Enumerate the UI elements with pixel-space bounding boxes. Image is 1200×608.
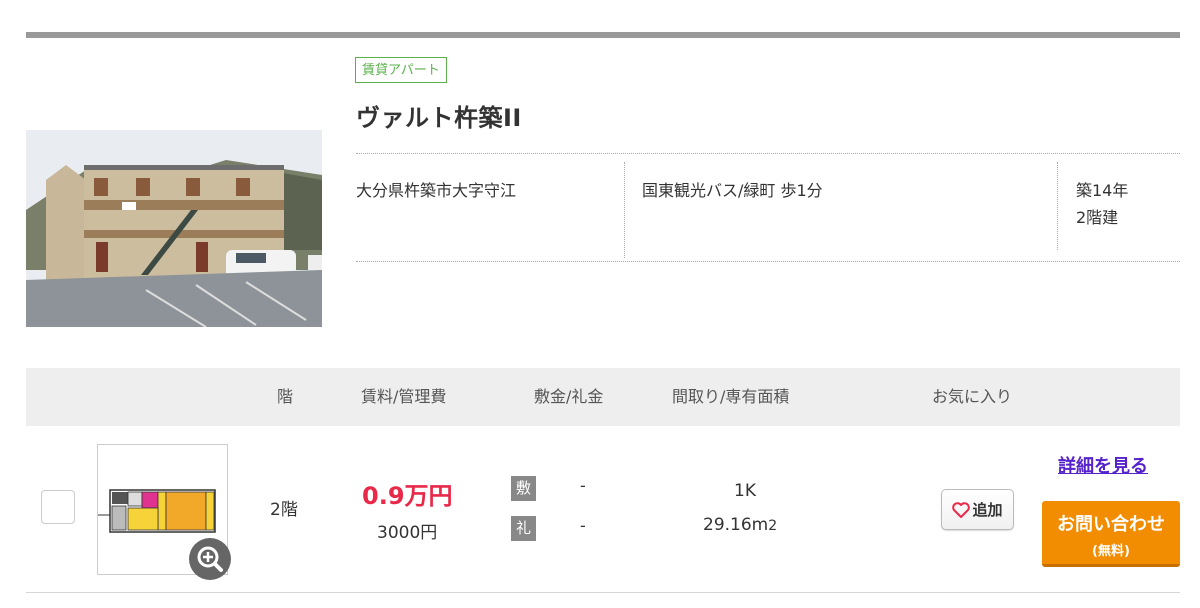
- header-layout: 間取り/専有面積: [672, 387, 790, 406]
- property-type-badge: 賃貸アパート: [355, 57, 447, 83]
- contact-label: お問い合わせ: [1057, 514, 1165, 535]
- view-details-link[interactable]: 詳細を見る: [1058, 452, 1148, 478]
- property-photo[interactable]: [26, 130, 322, 327]
- access: 国東観光バス/緑町 歩1分: [624, 162, 1058, 258]
- deposit-tag: 敷: [511, 476, 536, 501]
- header-deposit: 敷金/礼金: [534, 387, 604, 406]
- key-money-value: -: [580, 516, 586, 535]
- area-unit: 2: [768, 518, 778, 534]
- section-divider: [26, 32, 1180, 38]
- property-name[interactable]: ヴァルト杵築II: [356, 98, 522, 133]
- header-floor: 階: [277, 387, 294, 406]
- header-favorite: お気に入り: [932, 387, 1013, 406]
- room-floor: 2階: [270, 500, 298, 520]
- rent-price: 0.9万円: [362, 482, 453, 510]
- zoom-in-icon[interactable]: [189, 538, 231, 580]
- add-favorite-label: 追加: [972, 501, 1003, 519]
- room-select-checkbox[interactable]: [41, 490, 75, 524]
- add-favorite-button[interactable]: 追加: [941, 489, 1014, 530]
- property-info: 大分県杵築市大字守江 国東観光バス/緑町 歩1分 築14年 2階建: [356, 153, 1180, 262]
- heart-icon: [952, 501, 971, 518]
- building-age: 築14年: [1076, 181, 1129, 200]
- area-value: 29.16m: [703, 515, 769, 535]
- deposit-value: -: [580, 476, 586, 495]
- key-money-tag: 礼: [511, 516, 536, 541]
- room-area: 29.16m2: [703, 515, 777, 535]
- contact-button[interactable]: お問い合わせ (無料): [1042, 501, 1180, 567]
- room-layout: 1K: [734, 481, 756, 501]
- header-rent: 賃料/管理費: [361, 387, 447, 406]
- building-structure: 2階建: [1076, 208, 1119, 227]
- management-fee: 3000円: [377, 523, 438, 543]
- room-row: 2階 0.9万円 3000円 敷 - 礼 - 1K 29.16m2 追加 詳細を…: [26, 428, 1180, 593]
- room-table-header: 階 賃料/管理費 敷金/礼金 間取り/専有面積 お気に入り: [26, 368, 1180, 426]
- contact-free-label: (無料): [1092, 544, 1130, 559]
- address: 大分県杵築市大字守江: [356, 181, 517, 200]
- building-age-structure: 築14年 2階建: [1057, 162, 1180, 250]
